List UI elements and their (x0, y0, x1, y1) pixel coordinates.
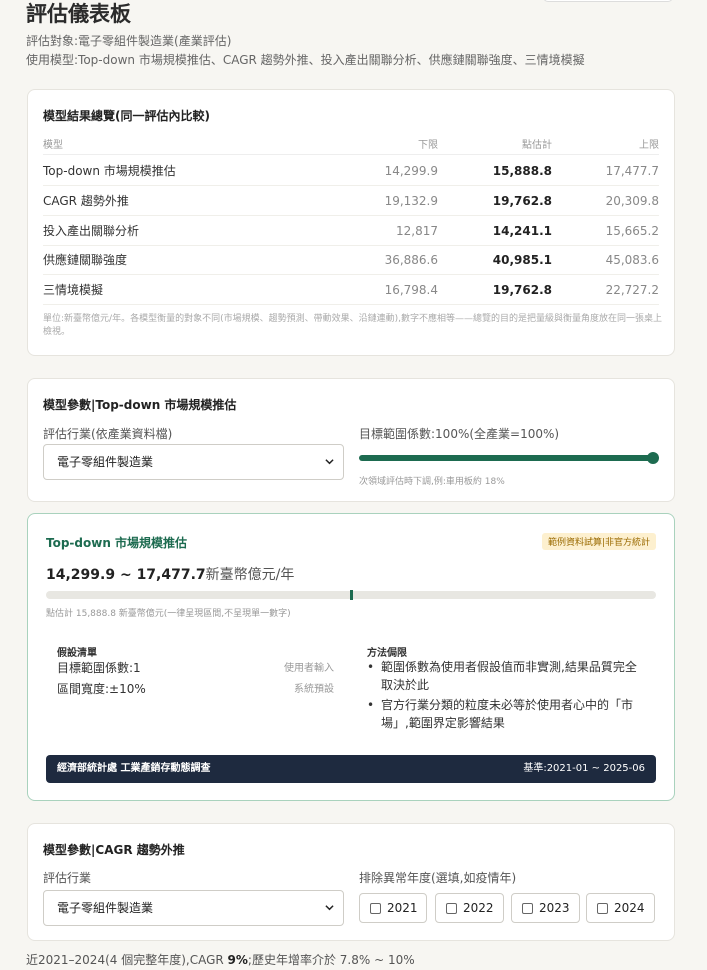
cagr-summary-line: 近2021–2024(4 個完整年度),CAGR 9%;歷史年增率介於 7.8%… (26, 951, 415, 968)
summary-table-header: 模型 下限 點估計 上限 (43, 137, 659, 155)
summary-title: 模型結果總覽(同一評估內比較) (43, 109, 210, 123)
checkbox-icon (522, 903, 533, 914)
assumption-source: 使用者輸入 (284, 663, 334, 674)
cagr-params-card: 模型參數|CAGR 趨勢外推 評估行業 電子零組件製造業 排除異常年度(選填,如… (27, 823, 675, 941)
col-model: 模型 (43, 140, 63, 151)
row-model: CAGR 趨勢外推 (43, 194, 129, 208)
industry-label: 評估行業(依產業資料檔) (43, 427, 173, 441)
row-high: 45,083.6 (605, 253, 659, 267)
cagr-summary-prefix: 近2021–2024(4 個完整年度),CAGR (26, 953, 228, 967)
year-checkbox-2024[interactable]: 2024 (586, 893, 655, 923)
assumptions-title: 假設清單 (57, 648, 97, 659)
assumption-label: 目標範圍係數:1 (57, 661, 141, 675)
scope-slider-track[interactable] (359, 455, 653, 461)
year-label: 2023 (539, 901, 570, 915)
cagr-industry-select-value: 電子零組件製造業 (57, 901, 154, 915)
topdown-result-card: Top-down 市場規模推估 範例資料試算|非官方統計 14,299.9 ~ … (27, 513, 675, 801)
point-estimate-marker (350, 590, 353, 600)
col-point: 點估計 (522, 140, 552, 151)
topdown-params-card: 模型參數|Top-down 市場規模推估 評估行業(依產業資料檔) 電子零組件製… (27, 378, 675, 502)
limit-item: 範圍係數為使用者假設值而非實測,結果品質完全取決於此 (367, 658, 647, 694)
cagr-params-title: 模型參數|CAGR 趨勢外推 (43, 843, 185, 857)
sample-data-badge: 範例資料試算|非官方統計 (541, 533, 656, 550)
scope-slider-handle[interactable] (647, 452, 659, 464)
source-name: 經濟部統計處 工業產銷存動態調查 (57, 763, 211, 774)
cagr-industry-select[interactable]: 電子零組件製造業 (43, 890, 344, 926)
models-used: 使用模型:Top-down 市場規模推估、CAGR 趨勢外推、投入產出關聯分析、… (26, 53, 585, 67)
summary-card: 模型結果總覽(同一評估內比較) 模型 下限 點估計 上限 Top-down 市場… (27, 89, 675, 356)
assumption-source: 系統預設 (294, 684, 334, 695)
assumption-label: 區間寬度:±10% (57, 682, 146, 696)
table-row: CAGR 趨勢外推 19,132.9 19,762.8 20,309.8 (43, 186, 659, 216)
range-values: 14,299.9 ~ 17,477.7 (46, 567, 206, 583)
year-checkbox-2023[interactable]: 2023 (511, 893, 580, 923)
row-point: 15,888.8 (492, 164, 552, 178)
row-low: 14,299.9 (384, 164, 438, 178)
point-estimate-caption: 點估計 15,888.8 新臺幣億元(一律呈現區間,不呈現單一數字) (46, 609, 291, 619)
cagr-summary-suffix: ;歷史年增率介於 7.8% ~ 10% (247, 953, 415, 967)
checkbox-icon (446, 903, 457, 914)
row-low: 19,132.9 (384, 194, 438, 208)
industry-select[interactable]: 電子零組件製造業 (43, 444, 344, 480)
row-point: 19,762.8 (492, 283, 552, 297)
chevron-down-icon (325, 905, 334, 911)
year-label: 2021 (387, 901, 418, 915)
checkbox-icon (370, 903, 381, 914)
limit-item: 官方行業分類的粒度未必等於使用者心中的「市場」,範圍界定影響結果 (367, 696, 647, 732)
table-row: Top-down 市場規模推估 14,299.9 15,888.8 17,477… (43, 156, 659, 186)
row-high: 15,665.2 (605, 224, 659, 238)
result-title: Top-down 市場規模推估 (46, 536, 188, 550)
row-low: 16,798.4 (384, 283, 438, 297)
scope-hint: 次領域評估時下調,例:車用板約 18% (359, 477, 505, 487)
page-title: 評估儀表板 (26, 2, 131, 26)
top-action-box[interactable] (543, 0, 673, 2)
evaluation-subject: 評估對象:電子零組件製造業(產業評估) (26, 34, 232, 48)
row-low: 12,817 (396, 224, 438, 238)
year-checkbox-2022[interactable]: 2022 (435, 893, 504, 923)
row-model: 供應鏈關聯強度 (43, 253, 128, 267)
year-label: 2022 (463, 901, 494, 915)
scope-label: 目標範圍係數:100%(全產業=100%) (359, 427, 560, 441)
table-row: 三情境模擬 16,798.4 19,762.8 22,727.2 (43, 275, 659, 305)
row-low: 36,886.6 (384, 253, 438, 267)
year-label: 2024 (614, 901, 645, 915)
row-point: 14,241.1 (492, 224, 552, 238)
range-unit: 新臺幣億元/年 (205, 567, 295, 583)
table-row: 投入產出關聯分析 12,817 14,241.1 15,665.2 (43, 216, 659, 246)
row-model: 投入產出關聯分析 (43, 224, 140, 238)
result-range: 14,299.9 ~ 17,477.7新臺幣億元/年 (46, 564, 294, 584)
cagr-industry-label: 評估行業 (43, 871, 92, 885)
row-model: 三情境模擬 (43, 283, 104, 297)
row-model: Top-down 市場規模推估 (43, 164, 176, 178)
row-high: 22,727.2 (605, 283, 659, 297)
col-high: 上限 (639, 140, 659, 151)
industry-select-value: 電子零組件製造業 (57, 455, 154, 469)
exclude-years-label: 排除異常年度(選填,如疫情年) (359, 871, 517, 885)
checkbox-icon (597, 903, 608, 914)
row-high: 17,477.7 (605, 164, 659, 178)
topdown-params-title: 模型參數|Top-down 市場規模推估 (43, 398, 237, 412)
row-high: 20,309.8 (605, 194, 659, 208)
row-point: 40,985.1 (492, 253, 552, 267)
data-source-bar: 經濟部統計處 工業產銷存動態調查 基準:2021-01 ~ 2025-06 (46, 755, 656, 783)
chevron-down-icon (325, 459, 334, 465)
col-low: 下限 (418, 140, 438, 151)
row-point: 19,762.8 (492, 194, 552, 208)
table-row: 供應鏈關聯強度 36,886.6 40,985.1 45,083.6 (43, 245, 659, 275)
year-checkbox-2021[interactable]: 2021 (359, 893, 427, 923)
summary-note: 單位:新臺幣億元/年。各模型衡量的對象不同(市場規模、趨勢預測、帶動效果、沿鏈連… (43, 314, 662, 337)
limits-title: 方法侷限 (367, 648, 407, 659)
cagr-value: 9% (227, 953, 248, 967)
source-period: 基準:2021-01 ~ 2025-06 (523, 763, 645, 774)
